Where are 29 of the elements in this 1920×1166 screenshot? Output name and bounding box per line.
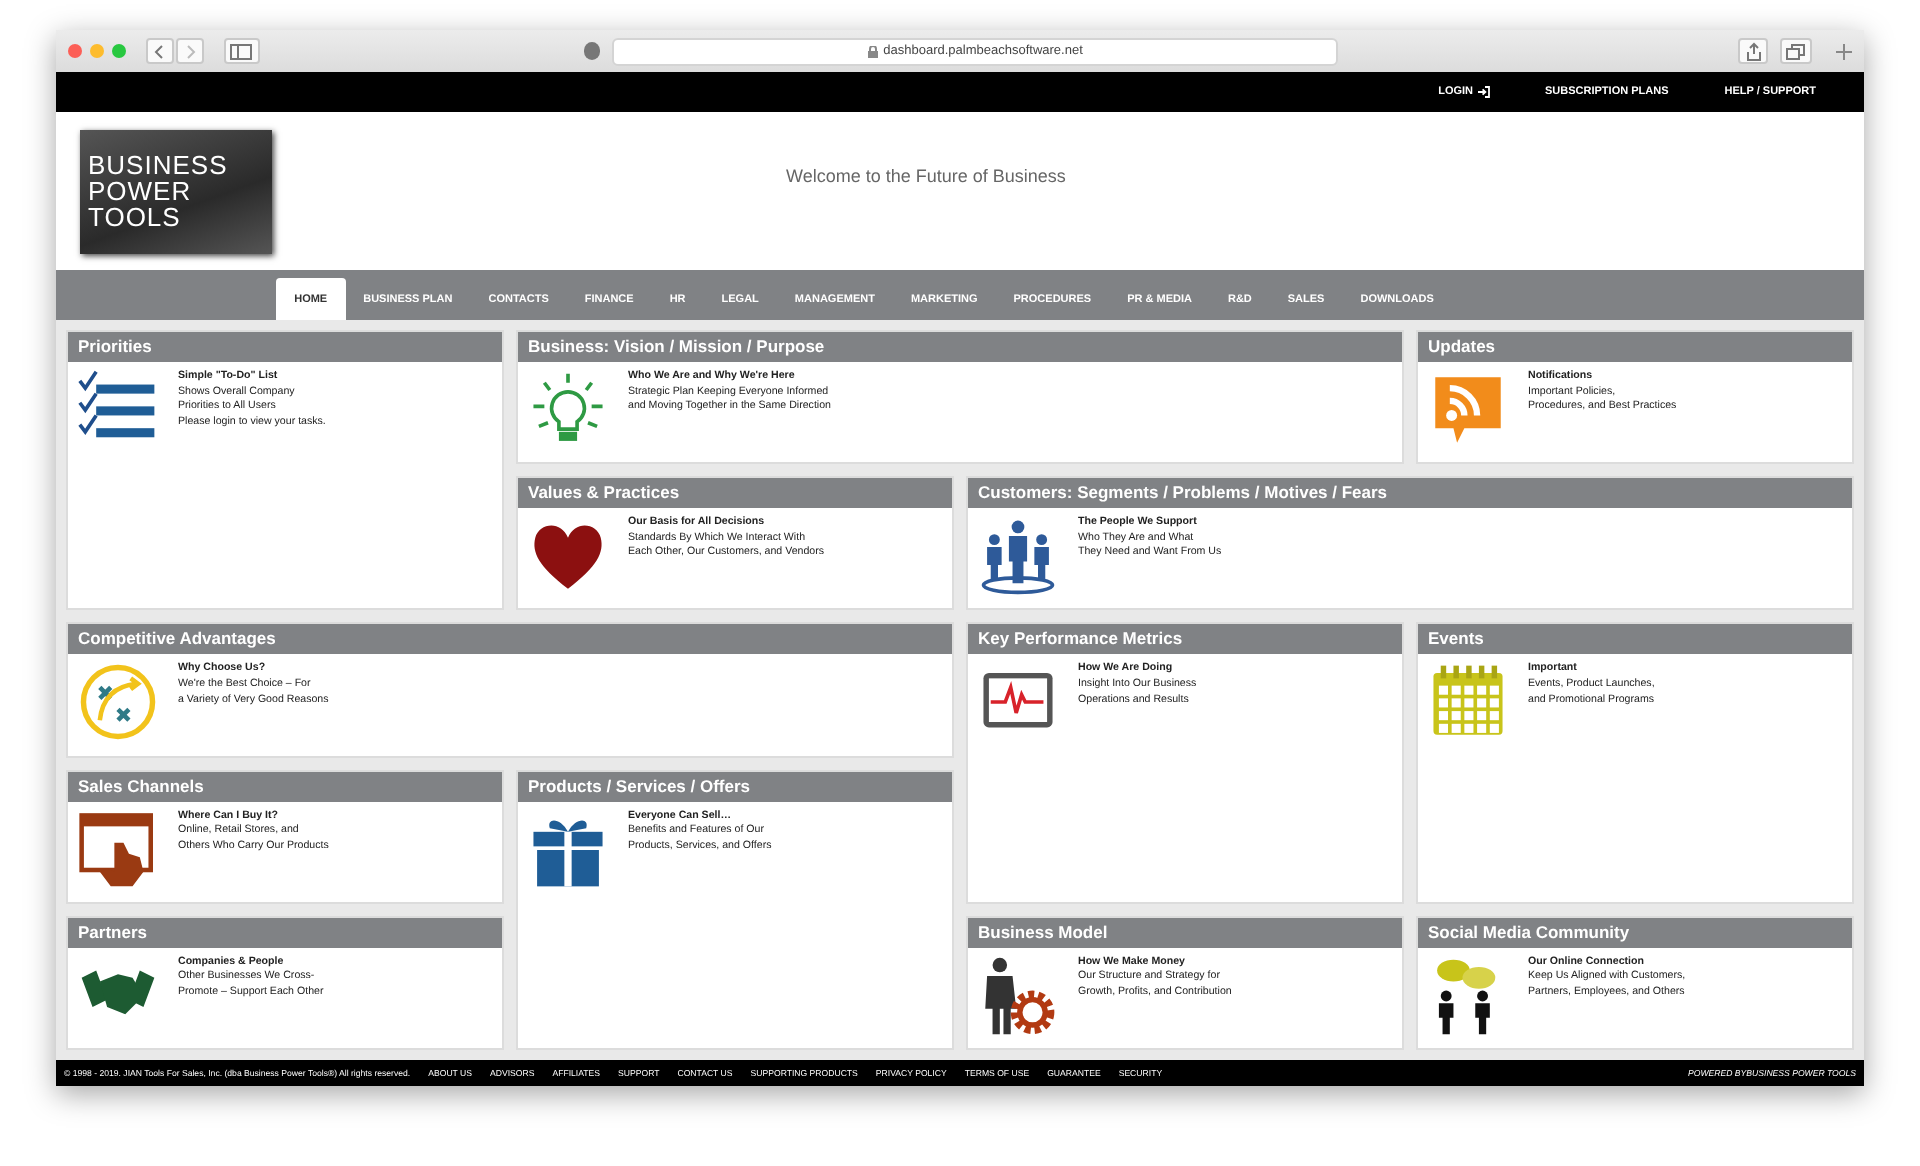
card-title[interactable]: Business Model — [968, 917, 1402, 948]
card-title[interactable]: Values & Practices — [518, 478, 952, 509]
card-title[interactable]: Sales Channels — [68, 771, 502, 802]
tabs-icon[interactable] — [1786, 43, 1807, 59]
card-title[interactable]: Customers: Segments / Problems / Motives / Fears — [968, 478, 1852, 509]
logo[interactable]: BUSINESS POWER TOOLS — [80, 129, 272, 253]
card-title[interactable]: Events — [1418, 624, 1852, 655]
share-icon[interactable] — [1745, 41, 1762, 61]
card-title[interactable]: Competitive Advantages — [68, 624, 952, 655]
back-button[interactable] — [146, 38, 174, 64]
people-group-icon[interactable] — [978, 516, 1058, 597]
welcome-heading: Welcome to the Future of Business — [786, 165, 1066, 185]
sidebar-button[interactable] — [224, 38, 260, 64]
new-tab-button[interactable] — [1836, 43, 1852, 59]
lock-icon — [867, 45, 878, 57]
strategy-play-icon[interactable] — [78, 662, 158, 743]
tabs-button[interactable] — [1780, 38, 1812, 64]
login-icon[interactable] — [1477, 86, 1490, 98]
sidebar-icon[interactable] — [230, 43, 253, 59]
card-title[interactable]: Products / Services / Offers — [518, 771, 952, 802]
card-title[interactable]: Business: Vision / Mission / Purpose — [518, 332, 1402, 362]
close-window-button[interactable] — [68, 44, 82, 58]
card-title[interactable]: Partners — [68, 917, 502, 948]
card-title[interactable]: Social Media Community — [1418, 917, 1852, 948]
card-title[interactable]: Priorities — [68, 332, 502, 362]
browser-click-icon[interactable] — [78, 809, 158, 890]
card-title[interactable]: Updates — [1418, 332, 1852, 362]
share-button[interactable] — [1737, 38, 1769, 64]
card-title[interactable]: Key Performance Metrics — [968, 624, 1402, 655]
